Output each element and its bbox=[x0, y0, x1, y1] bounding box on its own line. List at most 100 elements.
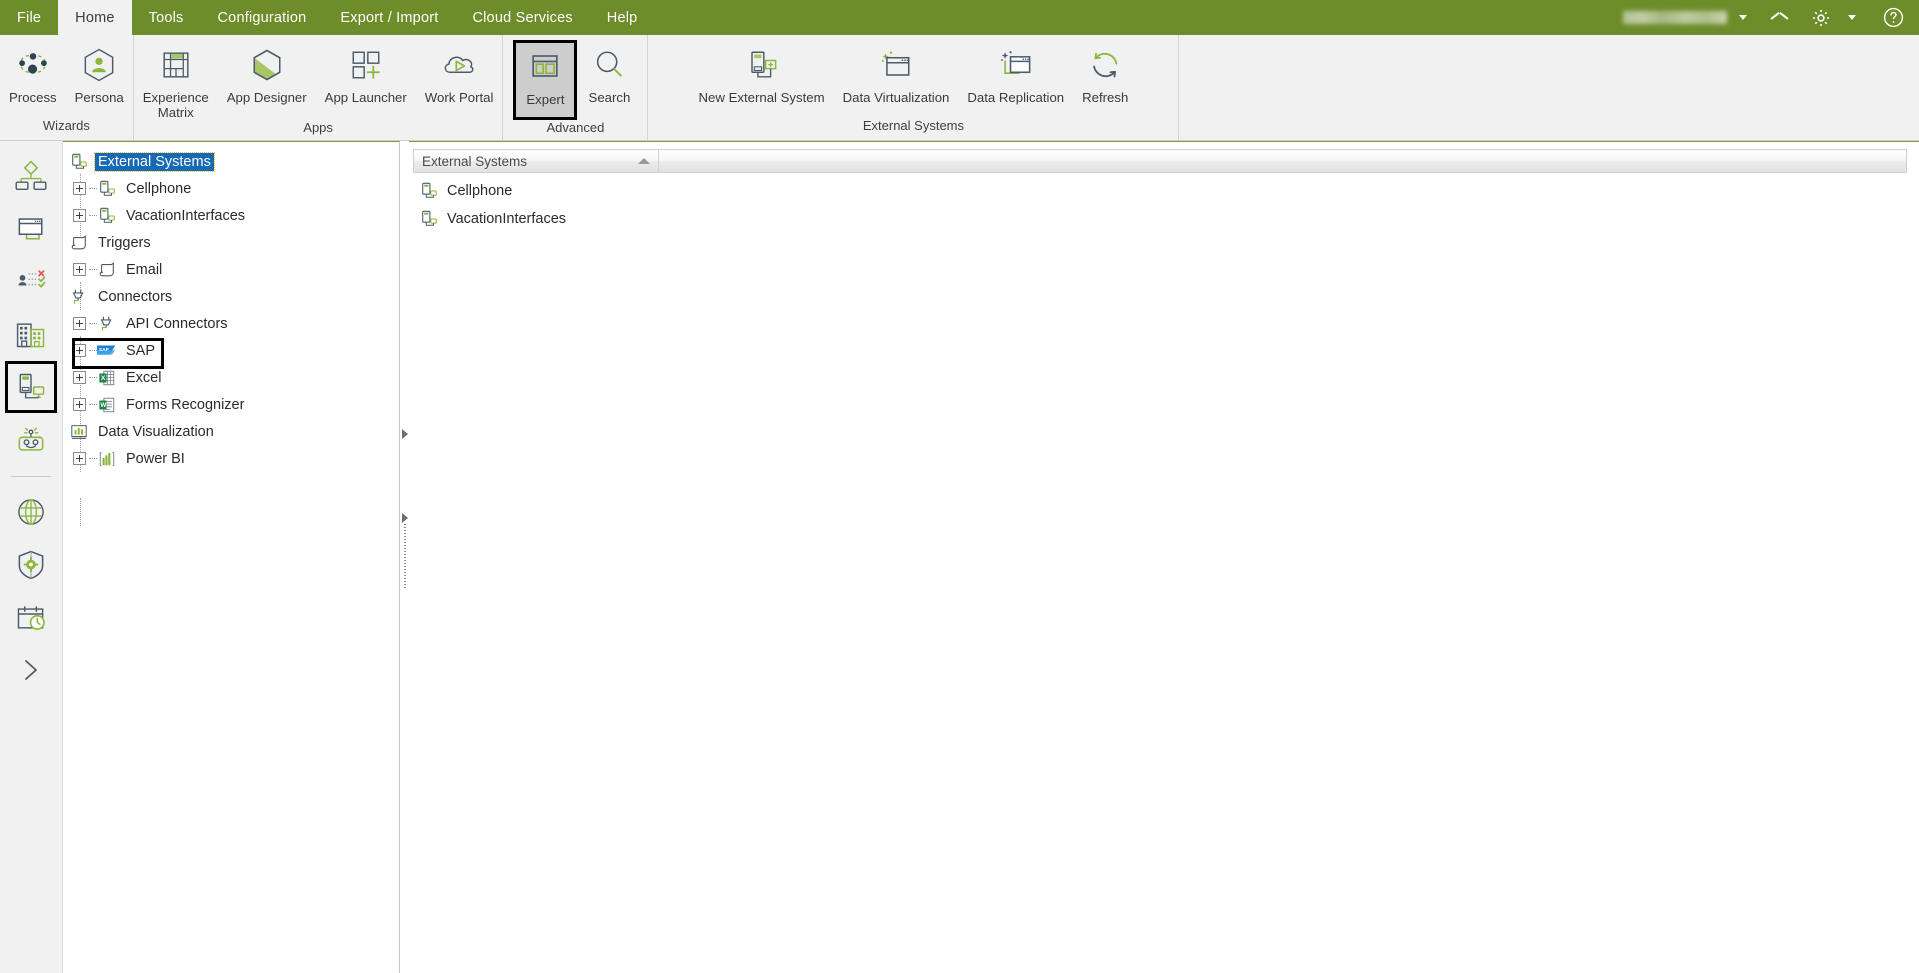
tree-node-power-bi[interactable]: Power BI bbox=[63, 445, 399, 472]
ribbon-button-process[interactable]: Process bbox=[0, 41, 66, 105]
rail-item-calendar[interactable] bbox=[5, 592, 57, 644]
ribbon-button-experience-matrix[interactable]: Experience Matrix bbox=[134, 41, 218, 120]
expand-api-connectors-icon[interactable] bbox=[73, 317, 86, 330]
ribbon-button-app-designer[interactable]: App Designer bbox=[218, 41, 316, 105]
chevron-right-icon bbox=[19, 657, 43, 683]
data-visualization-icon bbox=[69, 422, 89, 442]
rail-item-forms[interactable] bbox=[5, 202, 57, 254]
tree-node-external-systems[interactable]: External Systems bbox=[63, 148, 399, 175]
module-navigation-rail bbox=[0, 141, 63, 973]
data-replication-icon bbox=[995, 43, 1037, 87]
expand-cellphone-icon[interactable] bbox=[73, 182, 86, 195]
ribbon-button-new-external-system[interactable]: New External System bbox=[690, 41, 834, 105]
splitter-grip[interactable] bbox=[403, 524, 406, 590]
tree-node-data-visualization-label: Data Visualization bbox=[98, 423, 214, 440]
ribbon-group-wizards: Process Persona Wizards bbox=[0, 35, 133, 140]
splitter-collapse-arrow-up-icon[interactable] bbox=[401, 429, 408, 439]
tree-connector-dots bbox=[89, 377, 97, 378]
ribbon-button-work-portal-label: Work Portal bbox=[424, 90, 494, 105]
menu-item-home[interactable]: Home bbox=[58, 0, 132, 35]
ribbon-group-advanced: Expert Search Advanced bbox=[502, 35, 647, 140]
data-virtualization-icon bbox=[875, 43, 917, 87]
ribbon-button-data-replication[interactable]: Data Replication bbox=[958, 41, 1073, 105]
menu-item-export-import[interactable]: Export / Import bbox=[323, 0, 455, 35]
user-name-label bbox=[1623, 11, 1727, 24]
trigger-icon bbox=[69, 233, 89, 253]
rail-item-organization[interactable] bbox=[5, 308, 57, 360]
help-circle-icon[interactable] bbox=[1882, 6, 1905, 29]
ribbon-button-persona[interactable]: Persona bbox=[66, 41, 133, 105]
panel-splitter[interactable] bbox=[400, 141, 409, 973]
tree-node-vacationinterfaces[interactable]: VacationInterfaces bbox=[63, 202, 399, 229]
ribbon-button-data-virtualization[interactable]: Data Virtualization bbox=[834, 41, 959, 105]
rail-item-security[interactable] bbox=[5, 539, 57, 591]
expand-excel-icon[interactable] bbox=[73, 371, 86, 384]
ribbon-button-new-external-system-label: New External System bbox=[698, 90, 825, 105]
menu-bar-right-tools bbox=[1623, 0, 1919, 35]
ribbon-button-data-replication-label: Data Replication bbox=[967, 90, 1065, 105]
expand-forms-recognizer-icon[interactable] bbox=[73, 398, 86, 411]
menu-item-help[interactable]: Help bbox=[590, 0, 655, 35]
tree-node-cellphone[interactable]: Cellphone bbox=[63, 175, 399, 202]
list-item-cellphone[interactable]: Cellphone bbox=[409, 177, 1919, 205]
column-header-external-systems[interactable]: External Systems bbox=[414, 150, 659, 172]
forms-rail-icon bbox=[14, 211, 48, 245]
tree-node-excel[interactable]: X Excel bbox=[63, 364, 399, 391]
rail-item-bot[interactable] bbox=[5, 414, 57, 466]
tree-connector-dots bbox=[89, 215, 97, 216]
ribbon-button-expert[interactable]: Expert bbox=[513, 40, 578, 120]
search-icon bbox=[589, 43, 629, 87]
external-systems-tree-panel[interactable]: External Systems Cellphone VacationInter… bbox=[63, 141, 400, 973]
tree-node-forms-recognizer[interactable]: W Forms Recognizer bbox=[63, 391, 399, 418]
expand-sap-icon[interactable] bbox=[73, 344, 86, 357]
menu-item-cloud-services[interactable]: Cloud Services bbox=[455, 0, 589, 35]
rail-item-integration[interactable] bbox=[5, 361, 57, 413]
splitter-collapse-arrow-down-icon[interactable] bbox=[401, 513, 408, 523]
ribbon-button-process-label: Process bbox=[9, 90, 57, 105]
expand-email-icon[interactable] bbox=[73, 263, 86, 276]
collapse-ribbon-chevron-up-icon[interactable] bbox=[1772, 13, 1787, 22]
tree-node-email[interactable]: Email bbox=[63, 256, 399, 283]
list-item-vacationinterfaces-label: VacationInterfaces bbox=[447, 211, 567, 227]
settings-gear-icon[interactable] bbox=[1810, 7, 1832, 29]
settings-caret-down-icon[interactable] bbox=[1848, 15, 1856, 20]
tree-node-sap[interactable]: SAP SAP bbox=[63, 337, 399, 369]
main-menu-bar: File Home Tools Configuration Export / I… bbox=[0, 0, 1919, 35]
ribbon-button-refresh[interactable]: Refresh bbox=[1073, 41, 1137, 105]
tree-node-external-systems-label: External Systems bbox=[94, 151, 215, 172]
menu-item-tools[interactable]: Tools bbox=[132, 0, 201, 35]
sort-ascending-icon[interactable] bbox=[638, 158, 650, 164]
tree-connector-dots bbox=[89, 188, 97, 189]
app-launcher-icon bbox=[346, 43, 386, 87]
tree-node-connectors[interactable]: Connectors bbox=[63, 283, 399, 310]
expand-vacationinterfaces-icon[interactable] bbox=[73, 209, 86, 222]
ribbon-button-work-portal[interactable]: Work Portal bbox=[416, 41, 503, 105]
tree-node-api-connectors-label: API Connectors bbox=[126, 315, 228, 332]
ribbon-button-app-launcher[interactable]: App Launcher bbox=[316, 41, 416, 105]
tree-node-triggers[interactable]: Triggers bbox=[63, 229, 399, 256]
menu-item-configuration[interactable]: Configuration bbox=[201, 0, 324, 35]
expert-icon bbox=[525, 43, 565, 89]
tree-node-api-connectors[interactable]: API Connectors bbox=[63, 310, 399, 337]
expand-power-bi-icon[interactable] bbox=[73, 452, 86, 465]
tree-node-excel-label: Excel bbox=[126, 369, 162, 386]
menu-item-file[interactable]: File bbox=[0, 0, 58, 35]
ribbon-group-advanced-label: Advanced bbox=[546, 120, 605, 135]
rail-item-globe[interactable] bbox=[5, 486, 57, 538]
security-rail-icon bbox=[14, 548, 48, 582]
rail-expand-button[interactable] bbox=[5, 645, 57, 695]
rail-item-rules[interactable] bbox=[5, 255, 57, 307]
rail-divider bbox=[11, 476, 51, 477]
rail-item-process[interactable] bbox=[5, 149, 57, 201]
user-menu-caret-down-icon[interactable] bbox=[1739, 15, 1747, 20]
column-header-filler bbox=[659, 150, 1906, 172]
external-systems-list-panel: External Systems Cellphone VacationInter… bbox=[409, 141, 1919, 973]
connector-icon bbox=[69, 287, 89, 307]
ribbon-button-search[interactable]: Search bbox=[579, 41, 639, 105]
tree-node-data-visualization[interactable]: Data Visualization bbox=[63, 418, 399, 445]
organization-rail-icon bbox=[14, 317, 48, 351]
list-item-vacationinterfaces[interactable]: VacationInterfaces bbox=[409, 205, 1919, 233]
tree-connector-dots bbox=[89, 404, 97, 405]
ribbon-button-app-designer-label: App Designer bbox=[226, 90, 307, 105]
tree-connector-dots bbox=[89, 269, 97, 270]
